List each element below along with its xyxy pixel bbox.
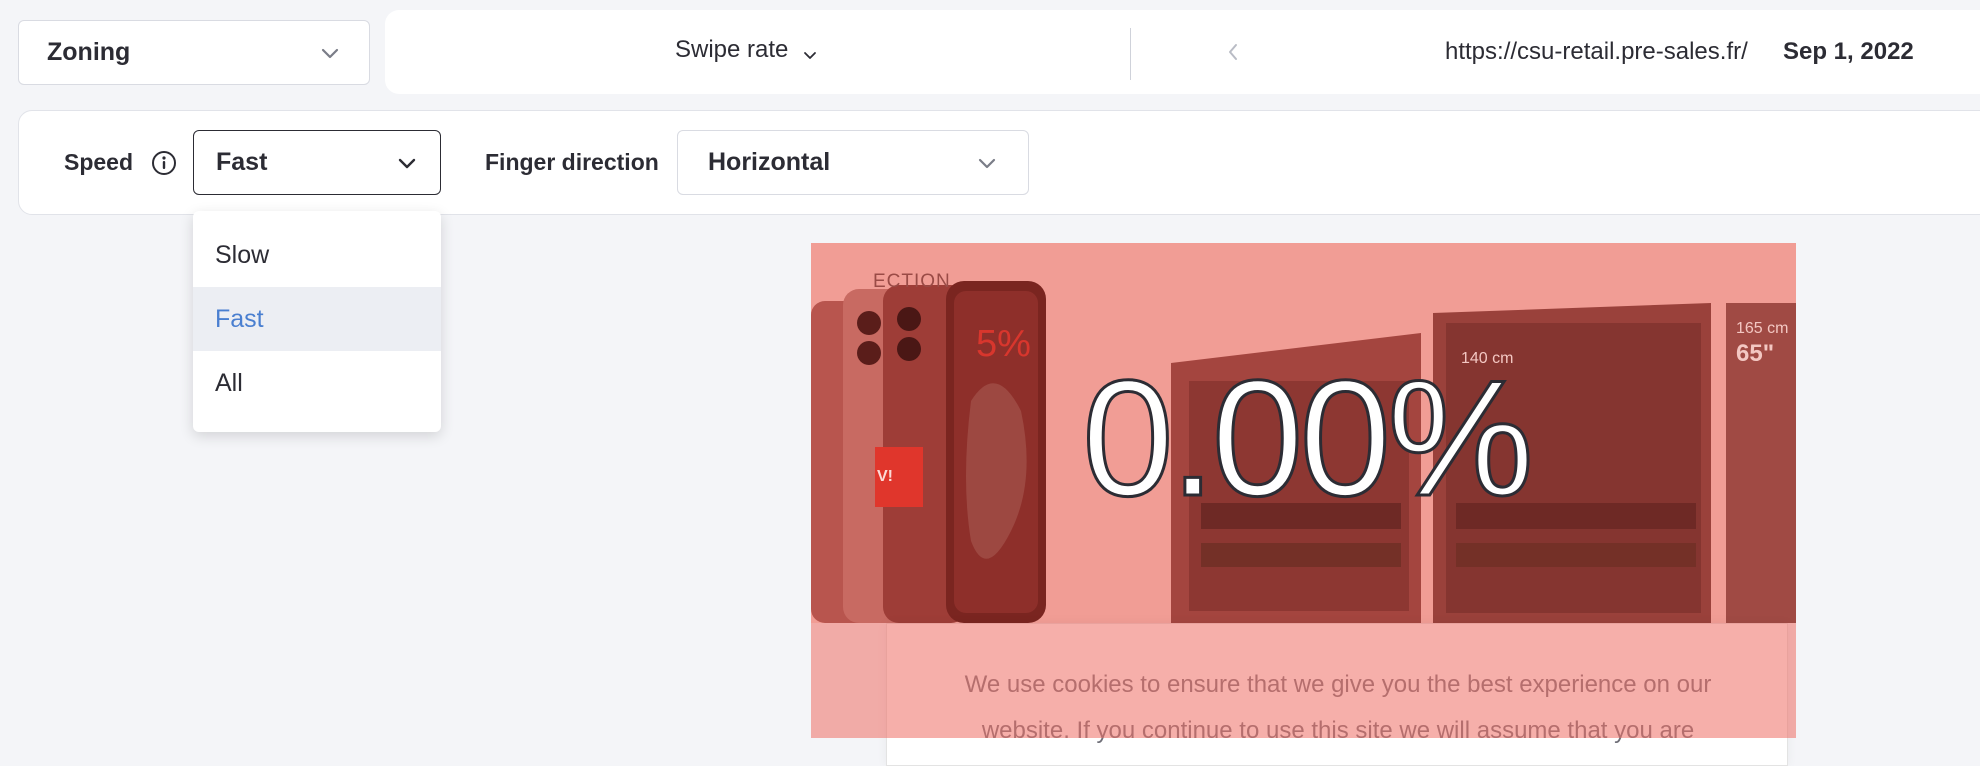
speed-option-all[interactable]: All	[193, 351, 441, 415]
chevron-down-icon	[396, 152, 418, 174]
finger-direction-value: Horizontal	[708, 148, 831, 176]
finger-direction-select[interactable]: Horizontal	[677, 130, 1029, 195]
page-date: Sep 1, 2022	[1783, 38, 1914, 65]
previous-page-button[interactable]	[1223, 40, 1243, 64]
chevron-down-icon	[319, 42, 341, 64]
chevron-down-icon	[976, 152, 998, 174]
banner-discount: 5%	[976, 323, 1031, 365]
speed-option-fast[interactable]: Fast	[193, 287, 441, 351]
speed-select[interactable]: Fast	[193, 130, 441, 195]
chevron-down-icon	[802, 42, 818, 59]
zone-metric-text: 0.00%	[1082, 355, 1530, 505]
speed-label: Speed	[64, 149, 134, 175]
cookie-message: We use cookies to ensure that we give yo…	[964, 671, 1712, 744]
speed-dropdown-menu: Slow Fast All	[193, 211, 441, 432]
metric-select[interactable]: Swipe rate	[675, 36, 818, 64]
tv-inches-label: 65"	[1736, 340, 1774, 367]
cookie-banner: We use cookies to ensure that we give yo…	[886, 623, 1788, 766]
finger-direction-label: Finger direction	[485, 149, 659, 175]
zoning-select-label: Zoning	[47, 38, 131, 66]
top-bar: Swipe rate https://csu-retail.pre-sales.…	[385, 10, 1980, 94]
zone-swipe-rate-value: 0.00%	[1081, 355, 1536, 505]
filter-bar: Speed Fast Finger direction Horizontal	[18, 110, 1980, 215]
speed-option-slow[interactable]: Slow	[193, 223, 441, 287]
metric-select-label: Swipe rate	[675, 36, 789, 63]
zoning-select[interactable]: Zoning	[18, 20, 370, 85]
swipe-zone-overlay[interactable]: 140 cm 165 cm 65" ECTION 5% V! 0.00%	[811, 243, 1796, 623]
banner-tag: V!	[875, 447, 923, 507]
page-url[interactable]: https://csu-retail.pre-sales.fr/	[1445, 38, 1748, 66]
banner-tag-text: V!	[877, 468, 893, 485]
banner-caption: ECTION	[873, 271, 951, 292]
tv-size-label-b: 165 cm	[1736, 320, 1788, 337]
speed-select-value: Fast	[216, 148, 268, 176]
divider	[1130, 28, 1131, 80]
info-icon[interactable]	[151, 150, 177, 176]
page-preview: 140 cm 165 cm 65" ECTION 5% V! 0.00% We …	[811, 243, 1796, 766]
